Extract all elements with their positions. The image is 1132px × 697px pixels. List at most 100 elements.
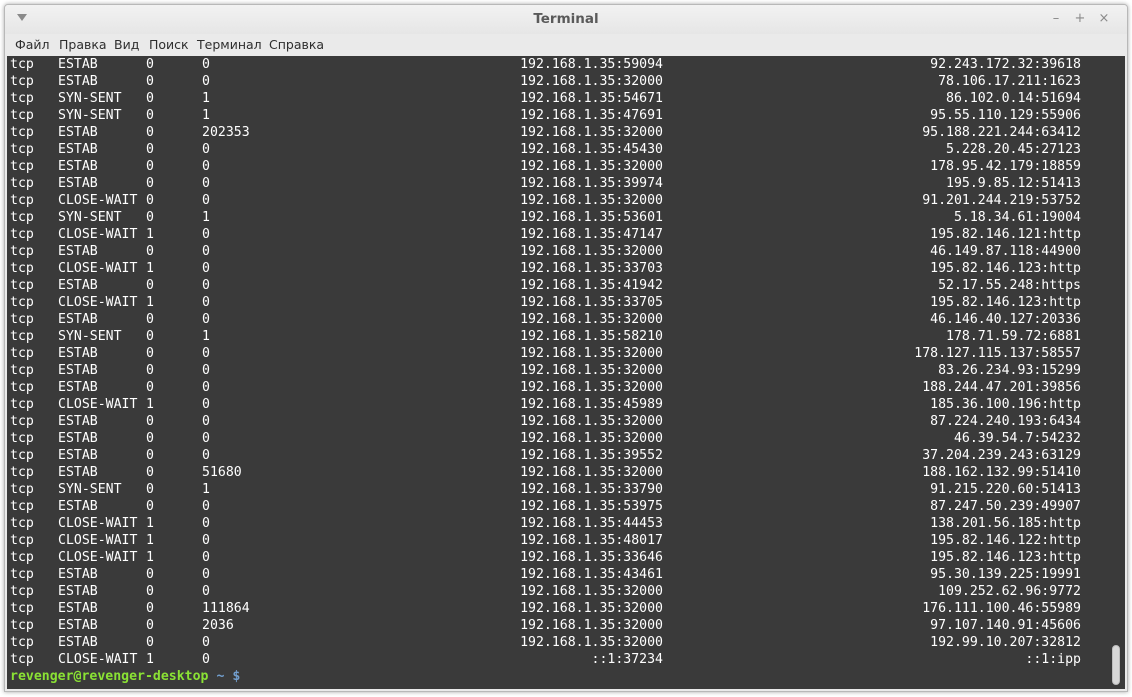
cell-state: SYN-SENT bbox=[58, 91, 122, 106]
cell-local: 192.168.1.35:33703 bbox=[520, 261, 663, 276]
cell-send: 0 bbox=[202, 397, 210, 412]
connection-row: tcp SYN-SENT 0 1 192.168.1.35:58210 178.71.59… bbox=[10, 328, 1105, 345]
cell-state: ESTAB bbox=[58, 499, 98, 514]
connection-row: tcp CLOSE-WAIT 1 0 192.168.1.35:45989 185.36.… bbox=[10, 396, 1105, 413]
cell-peer: 95.188.221.244:63412 bbox=[922, 125, 1081, 140]
cell-peer: 5.18.34.61:19004 bbox=[953, 210, 1081, 225]
cell-recv: 0 bbox=[146, 567, 154, 582]
cell-local: 192.168.1.35:45989 bbox=[520, 397, 663, 412]
cell-proto: tcp bbox=[10, 618, 34, 633]
cell-proto: tcp bbox=[10, 550, 34, 565]
scrollbar-thumb[interactable] bbox=[1112, 645, 1120, 685]
cell-peer: 37.204.239.243:63129 bbox=[922, 448, 1081, 463]
cell-local: 192.168.1.35:32000 bbox=[520, 584, 663, 599]
cell-recv: 0 bbox=[146, 601, 154, 616]
cell-send: 0 bbox=[202, 312, 210, 327]
cell-recv: 0 bbox=[146, 499, 154, 514]
cell-state: ESTAB bbox=[58, 567, 98, 582]
cell-recv: 0 bbox=[146, 244, 154, 259]
cell-recv: 0 bbox=[146, 584, 154, 599]
scrollbar[interactable] bbox=[1107, 56, 1125, 689]
cell-recv: 0 bbox=[146, 312, 154, 327]
cell-state: ESTAB bbox=[58, 176, 98, 191]
prompt-path: ~ bbox=[216, 669, 225, 684]
menu-file[interactable]: Файл bbox=[15, 37, 50, 52]
cell-recv: 0 bbox=[146, 482, 154, 497]
cell-proto: tcp bbox=[10, 91, 34, 106]
title-bar[interactable]: Terminal – + × bbox=[5, 5, 1127, 34]
cell-local: 192.168.1.35:53601 bbox=[520, 210, 663, 225]
cell-recv: 1 bbox=[146, 397, 154, 412]
cell-recv: 0 bbox=[146, 448, 154, 463]
cell-local: 192.168.1.35:32000 bbox=[520, 431, 663, 446]
cell-recv: 0 bbox=[146, 363, 154, 378]
terminal-output[interactable]: tcp ESTAB 0 0 192.168.1.35:59094 92.243.172.3… bbox=[7, 56, 1107, 689]
cell-peer: 178.127.115.137:58557 bbox=[914, 346, 1081, 361]
cell-proto: tcp bbox=[10, 533, 34, 548]
menu-view[interactable]: Вид bbox=[114, 37, 139, 52]
cell-peer: 91.201.244.219:53752 bbox=[922, 193, 1081, 208]
cell-local: 192.168.1.35:47691 bbox=[520, 108, 663, 123]
cell-recv: 0 bbox=[146, 431, 154, 446]
cell-peer: 192.99.10.207:32812 bbox=[930, 635, 1081, 650]
cell-proto: tcp bbox=[10, 346, 34, 361]
cell-send: 0 bbox=[202, 176, 210, 191]
cell-local: 192.168.1.35:32000 bbox=[520, 74, 663, 89]
cell-proto: tcp bbox=[10, 397, 34, 412]
cell-send: 0 bbox=[202, 346, 210, 361]
cell-state: ESTAB bbox=[58, 618, 98, 633]
cell-recv: 0 bbox=[146, 380, 154, 395]
cell-proto: tcp bbox=[10, 125, 34, 140]
cell-send: 1 bbox=[202, 482, 210, 497]
cell-peer: 195.82.146.122:http bbox=[930, 533, 1081, 548]
cell-state: ESTAB bbox=[58, 431, 98, 446]
cell-recv: 1 bbox=[146, 227, 154, 242]
cell-send: 0 bbox=[202, 635, 210, 650]
close-button[interactable]: × bbox=[1096, 10, 1112, 28]
menu-help[interactable]: Справка bbox=[269, 37, 324, 52]
cell-local: 192.168.1.35:33646 bbox=[520, 550, 663, 565]
cell-local: 192.168.1.35:32000 bbox=[520, 125, 663, 140]
cell-proto: tcp bbox=[10, 652, 34, 667]
prompt-user-host: revenger@revenger-desktop bbox=[10, 669, 209, 684]
cell-state: SYN-SENT bbox=[58, 108, 122, 123]
cell-send: 0 bbox=[202, 584, 210, 599]
cell-proto: tcp bbox=[10, 210, 34, 225]
cell-peer: 178.71.59.72:6881 bbox=[946, 329, 1081, 344]
cell-recv: 0 bbox=[146, 176, 154, 191]
text-cursor bbox=[248, 668, 256, 683]
cell-state: ESTAB bbox=[58, 312, 98, 327]
cell-peer: 83.26.234.93:15299 bbox=[938, 363, 1081, 378]
cell-recv: 1 bbox=[146, 261, 154, 276]
cell-recv: 1 bbox=[146, 295, 154, 310]
menu-edit[interactable]: Правка bbox=[59, 37, 107, 52]
menu-terminal[interactable]: Терминал bbox=[197, 37, 262, 52]
minimize-button[interactable]: – bbox=[1048, 10, 1064, 28]
cell-local: 192.168.1.35:48017 bbox=[520, 533, 663, 548]
cell-send: 202353 bbox=[202, 125, 250, 140]
connection-row: tcp CLOSE-WAIT 1 0 192.168.1.35:33703 195.82.… bbox=[10, 260, 1105, 277]
cell-send: 51680 bbox=[202, 465, 242, 480]
cell-local: 192.168.1.35:33790 bbox=[520, 482, 663, 497]
cell-recv: 0 bbox=[146, 159, 154, 174]
cell-peer: 176.111.100.46:55989 bbox=[922, 601, 1081, 616]
cell-proto: tcp bbox=[10, 176, 34, 191]
maximize-button[interactable]: + bbox=[1072, 10, 1088, 28]
cell-send: 0 bbox=[202, 295, 210, 310]
cell-proto: tcp bbox=[10, 482, 34, 497]
cell-peer: 92.243.172.32:39618 bbox=[930, 57, 1081, 72]
cell-send: 0 bbox=[202, 516, 210, 531]
cell-peer: 95.55.110.129:55906 bbox=[930, 108, 1081, 123]
cell-state: CLOSE-WAIT bbox=[58, 193, 138, 208]
cell-send: 0 bbox=[202, 159, 210, 174]
cell-local: 192.168.1.35:32000 bbox=[520, 312, 663, 327]
connection-row: tcp ESTAB 0 0 192.168.1.35:32000 83.26.234.93… bbox=[10, 362, 1105, 379]
shell-prompt[interactable]: revenger@revenger-desktop ~ $ bbox=[10, 668, 1105, 685]
cell-recv: 0 bbox=[146, 210, 154, 225]
cell-state: CLOSE-WAIT bbox=[58, 516, 138, 531]
cell-recv: 1 bbox=[146, 550, 154, 565]
cell-send: 0 bbox=[202, 57, 210, 72]
cell-local: 192.168.1.35:43461 bbox=[520, 567, 663, 582]
cell-state: ESTAB bbox=[58, 465, 98, 480]
menu-search[interactable]: Поиск bbox=[149, 37, 189, 52]
